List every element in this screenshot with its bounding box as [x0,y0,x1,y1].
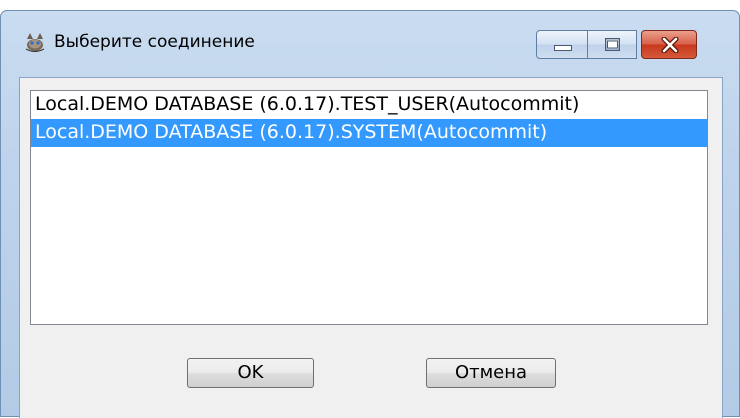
close-button[interactable] [641,30,697,59]
ok-button[interactable]: OK [187,358,314,388]
minimize-button[interactable] [536,30,588,59]
connection-list[interactable]: Local.DEMO DATABASE (6.0.17).TEST_USER(A… [30,90,708,325]
window-title: Выберите соединение [54,32,255,52]
maximize-button[interactable] [587,30,637,59]
minimize-icon [554,45,572,51]
dialog-body: Local.DEMO DATABASE (6.0.17).TEST_USER(A… [19,77,723,418]
list-item[interactable]: Local.DEMO DATABASE (6.0.17).TEST_USER(A… [31,91,707,119]
connection-app-icon [23,30,47,54]
connection-dialog: Выберите соединение Local.DEMO DATABASE … [0,10,740,418]
cancel-button[interactable]: Отмена [426,358,556,388]
maximize-icon [605,38,620,51]
title-bar[interactable]: Выберите соединение [1,11,739,77]
list-item-selected[interactable]: Local.DEMO DATABASE (6.0.17).SYSTEM(Auto… [31,119,707,147]
close-icon [661,37,679,53]
